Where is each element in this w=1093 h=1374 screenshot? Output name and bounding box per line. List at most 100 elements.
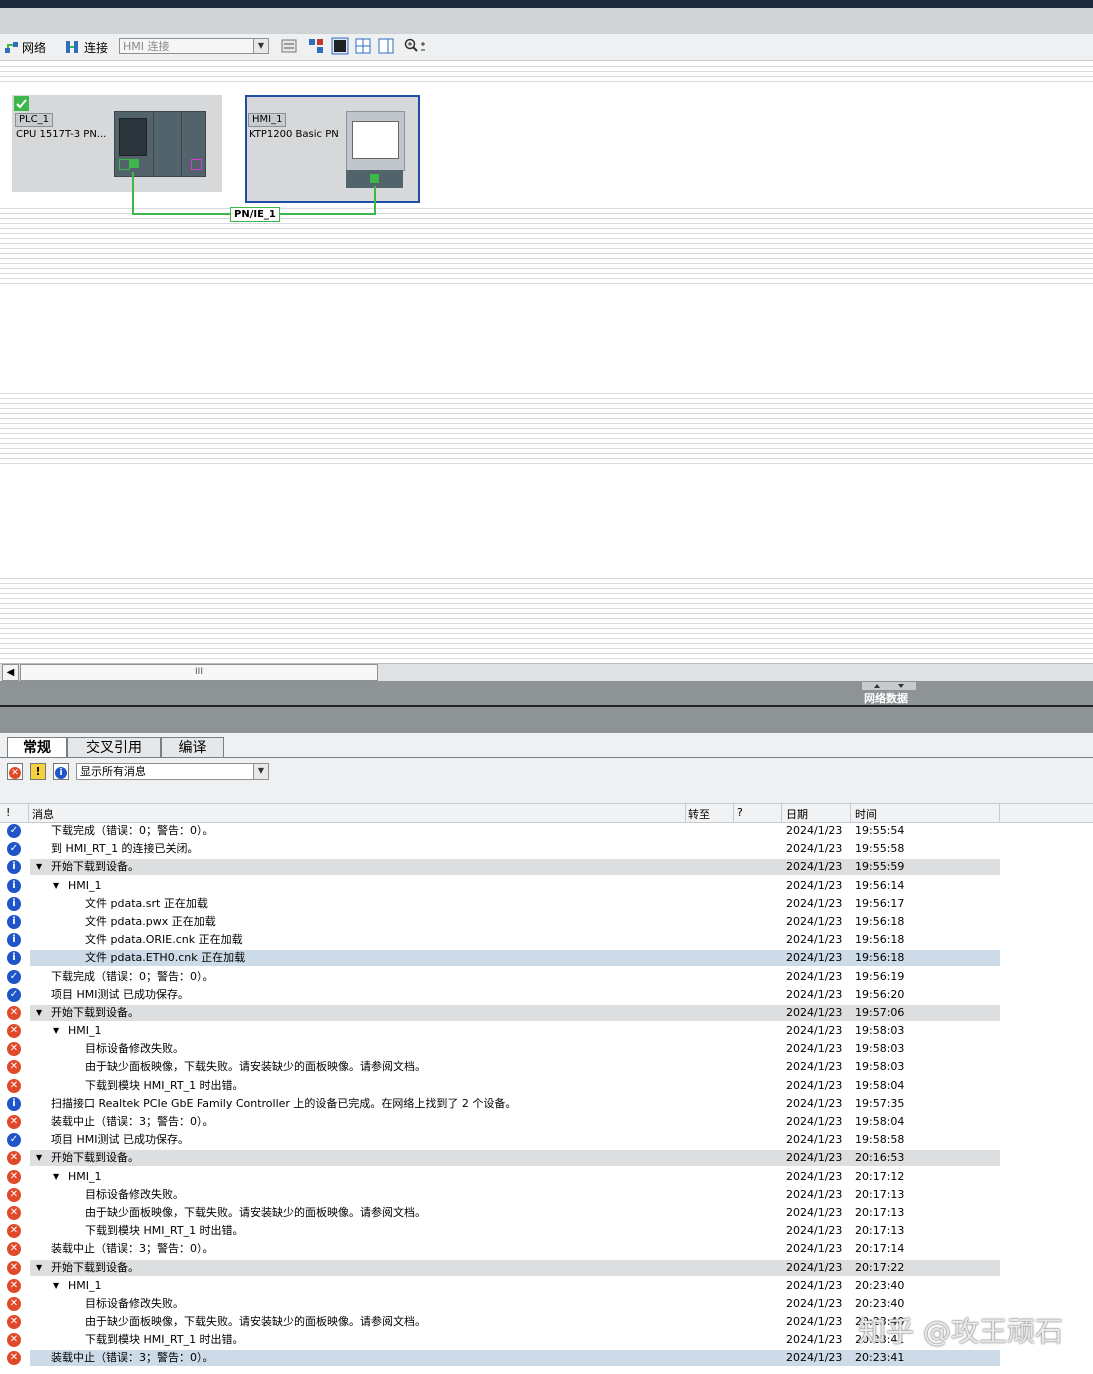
message-time: 19:56:17: [855, 896, 905, 910]
message-date: 2024/1/23: [786, 860, 843, 874]
plc-module-graphic[interactable]: [114, 111, 206, 177]
zoom-icon[interactable]: [404, 38, 426, 54]
plc-port-3[interactable]: [191, 159, 202, 170]
col-question[interactable]: ?: [737, 806, 743, 819]
message-row[interactable]: ✕ ▼ 开始下载到设备。 2024/1/23 20:16:53: [0, 1149, 1093, 1167]
message-text: HMI_1: [68, 1169, 102, 1183]
chevron-down-icon[interactable]: ▼: [253, 764, 268, 779]
address-icon[interactable]: [281, 38, 297, 54]
expand-triangle-icon[interactable]: ▼: [53, 1277, 59, 1295]
table-view-icon[interactable]: [331, 37, 349, 55]
message-row[interactable]: ✕ 由于缺少面板映像，下载失败。请安装缺少的面板映像。请参阅文档。 2024/1/2…: [0, 1058, 1093, 1076]
network-overview-icon[interactable]: [308, 38, 324, 54]
message-row[interactable]: i ▼ HMI_1 2024/1/23 19:56:14: [0, 877, 1093, 895]
message-date: 2024/1/23: [786, 1333, 843, 1347]
expand-triangle-icon[interactable]: ▼: [53, 1168, 59, 1186]
error-filter-button[interactable]: ✕: [7, 763, 23, 780]
split-view-icon[interactable]: [355, 38, 371, 54]
message-text: 装载中止（错误：3；警告：0）。: [51, 1115, 214, 1128]
message-date: 2024/1/23: [786, 1260, 843, 1274]
expand-triangle-icon[interactable]: ▼: [36, 1259, 42, 1277]
message-date: 2024/1/23: [786, 1351, 843, 1365]
message-date: 2024/1/23: [786, 951, 843, 965]
info-filter-button[interactable]: i: [53, 763, 69, 780]
message-row[interactable]: i 文件 pdata.srt 正在加载 2024/1/23 19:56:17: [0, 895, 1093, 913]
message-row[interactable]: i 文件 pdata.pwx 正在加载 2024/1/23 19:56:18: [0, 913, 1093, 931]
message-text: 文件 pdata.srt 正在加载: [85, 896, 208, 910]
message-row[interactable]: ✕ 下载到模块 HMI_RT_1 时出错。 2024/1/23 20:17:13: [0, 1222, 1093, 1240]
plc-port-2[interactable]: [130, 159, 139, 168]
message-row[interactable]: ✓ 项目 HMI测试 已成功保存。 2024/1/23 19:56:20: [0, 986, 1093, 1004]
col-bang[interactable]: !: [6, 806, 10, 819]
message-text: 下载完成（错误：0；警告：0）。: [51, 969, 214, 983]
hmi-port[interactable]: [370, 174, 379, 183]
message-row[interactable]: ✓ 项目 HMI测试 已成功保存。 2024/1/23 19:58:58: [0, 1131, 1093, 1149]
message-text: HMI_1: [68, 878, 102, 892]
message-time: 19:56:14: [855, 878, 905, 892]
col-message[interactable]: 消息: [32, 806, 54, 822]
message-date: 2024/1/23: [786, 1024, 843, 1038]
message-row[interactable]: i 文件 pdata.ETH0.cnk 正在加载 2024/1/23 19:56:18: [0, 949, 1093, 967]
editor-header-band: [0, 8, 1093, 35]
error-icon: ✕: [7, 1333, 21, 1348]
message-text: HMI_1: [68, 1278, 102, 1292]
message-filter-combo[interactable]: 显示所有消息 ▼: [76, 763, 269, 780]
hmi-panel-graphic[interactable]: [346, 111, 405, 171]
chevron-down-icon[interactable]: ▼: [253, 39, 268, 53]
scroll-left-arrow[interactable]: ◀: [2, 664, 19, 681]
expand-triangle-icon[interactable]: ▼: [36, 1149, 42, 1167]
connect-icon: [66, 41, 78, 53]
expand-triangle-icon[interactable]: ▼: [53, 1022, 59, 1040]
message-row[interactable]: i 文件 pdata.ORIE.cnk 正在加载 2024/1/23 19:56:18: [0, 931, 1093, 949]
expand-triangle-icon[interactable]: ▼: [36, 858, 42, 876]
message-row[interactable]: i ▼ 开始下载到设备。 2024/1/23 19:55:59: [0, 858, 1093, 876]
network-view-button[interactable]: 网络: [4, 38, 46, 56]
warning-filter-button[interactable]: !: [30, 763, 46, 780]
info-icon: i: [7, 951, 21, 966]
message-text: 下载到模块 HMI_RT_1 时出错。: [85, 1224, 244, 1238]
expand-triangle-icon[interactable]: ▼: [53, 877, 59, 895]
message-text: 项目 HMI测试 已成功保存。: [51, 987, 189, 1001]
hmi-name-label[interactable]: HMI_1: [248, 113, 287, 127]
tab-general[interactable]: 常规: [7, 737, 67, 757]
message-row[interactable]: ✕ ▼ 开始下载到设备。 2024/1/23 20:17:22: [0, 1259, 1093, 1277]
message-row[interactable]: ✓ 下载完成（错误：0；警告：0）。 2024/1/23 19:55:54: [0, 822, 1093, 840]
collapse-arrows-icon[interactable]: [862, 682, 916, 690]
col-goto[interactable]: 转至: [688, 806, 710, 822]
error-icon: ✕: [7, 1224, 21, 1239]
message-text: 目标设备修改失败。: [85, 1042, 184, 1056]
message-row[interactable]: ✕ 装载中止（错误：3；警告：0）。 2024/1/23 20:23:41: [0, 1349, 1093, 1367]
message-text: 由于缺少面板映像，下载失败。请安装缺少的面板映像。请参阅文档。: [85, 1060, 426, 1074]
message-row[interactable]: ✕ 装载中止（错误：3；警告：0）。 2024/1/23 20:17:14: [0, 1240, 1093, 1258]
plc-port-1[interactable]: [119, 159, 130, 170]
message-row[interactable]: ✕ ▼ 开始下载到设备。 2024/1/23 19:57:06: [0, 1004, 1093, 1022]
message-row[interactable]: ✓ 下载完成（错误：0；警告：0）。 2024/1/23 19:56:19: [0, 968, 1093, 986]
message-date: 2024/1/23: [786, 1315, 843, 1329]
error-icon: ✕: [7, 1187, 21, 1202]
subnet-label[interactable]: PN/IE_1: [230, 207, 280, 222]
message-row[interactable]: ✓ 到 HMI_RT_1 的连接已关闭。 2024/1/23 19:55:58: [0, 840, 1093, 858]
expand-triangle-icon[interactable]: ▼: [36, 1004, 42, 1022]
message-time: 19:58:03: [855, 1060, 905, 1074]
message-row[interactable]: i 扫描接口 Realtek PCIe GbE Family Controller…: [0, 1095, 1093, 1113]
message-row[interactable]: ✕ 目标设备修改失败。 2024/1/23 20:17:13: [0, 1186, 1093, 1204]
message-row[interactable]: ✕ 下载到模块 HMI_RT_1 时出错。 2024/1/23 19:58:04: [0, 1077, 1093, 1095]
connection-type-combo[interactable]: HMI 连接 ▼: [119, 38, 269, 54]
tab-compile[interactable]: 编译: [161, 737, 224, 757]
plc-name-label[interactable]: PLC_1: [15, 113, 53, 127]
message-row[interactable]: ✕ ▼ HMI_1 2024/1/23 19:58:03: [0, 1022, 1093, 1040]
error-icon: ✕: [7, 1205, 21, 1220]
network-data-tab[interactable]: 网络数据: [864, 690, 908, 706]
scroll-thumb[interactable]: III: [20, 664, 378, 681]
message-row[interactable]: ✕ ▼ HMI_1 2024/1/23 20:17:12: [0, 1168, 1093, 1186]
message-row[interactable]: ✕ 由于缺少面板映像，下载失败。请安装缺少的面板映像。请参阅文档。 2024/1/2…: [0, 1204, 1093, 1222]
col-date[interactable]: 日期: [786, 806, 808, 822]
message-row[interactable]: ✕ 目标设备修改失败。 2024/1/23 19:58:03: [0, 1040, 1093, 1058]
connect-button[interactable]: 连接: [64, 38, 108, 56]
message-row[interactable]: ✕ ▼ HMI_1 2024/1/23 20:23:40: [0, 1277, 1093, 1295]
success-check-icon: ✓: [7, 824, 21, 838]
col-time[interactable]: 时间: [855, 806, 877, 822]
tab-cross-reference[interactable]: 交叉引用: [67, 737, 161, 757]
panel-view-icon[interactable]: [378, 38, 394, 54]
message-row[interactable]: ✕ 装载中止（错误：3；警告：0）。 2024/1/23 19:58:04: [0, 1113, 1093, 1131]
